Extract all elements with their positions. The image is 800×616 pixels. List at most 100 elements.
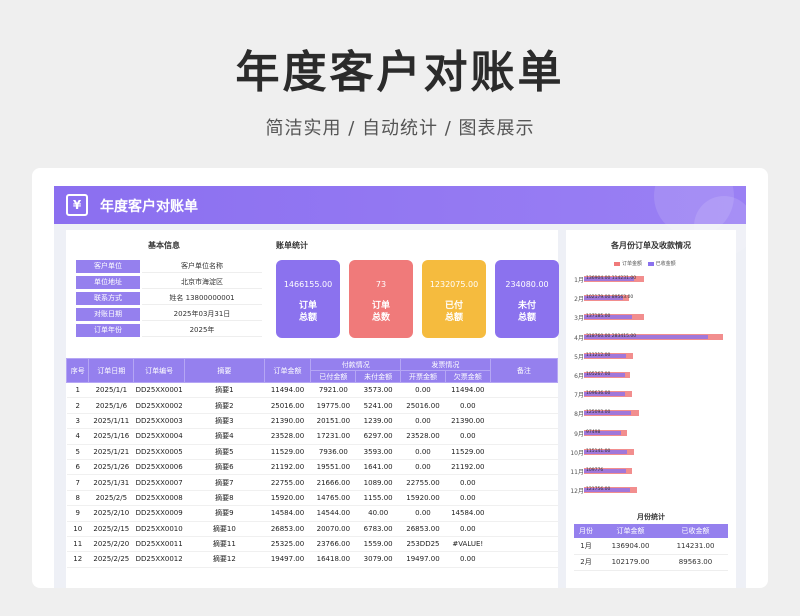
table-cell[interactable]: 0.00 <box>400 459 446 476</box>
table-row[interactable]: 1 2025/1/1 DD25XX0001 摘要1 11494.00 7921.00 357… <box>66 382 558 399</box>
table-cell[interactable]: 2025/1/26 <box>88 459 134 476</box>
table-cell[interactable]: 22755.00 <box>264 474 311 491</box>
table-cell[interactable] <box>490 505 558 522</box>
table-cell[interactable]: 3079.00 <box>355 551 401 568</box>
table-row[interactable]: 10 2025/2/15 DD25XX0010 摘要10 26853.00 20070.0… <box>66 521 558 537</box>
table-cell[interactable] <box>490 413 558 430</box>
table-cell[interactable]: DD25XX0003 <box>133 413 185 430</box>
table-cell[interactable]: 11529.00 <box>445 444 491 460</box>
monthly-cell[interactable]: 89563.00 <box>663 554 728 571</box>
table-cell[interactable]: 16418.00 <box>310 551 356 568</box>
table-cell[interactable] <box>490 428 558 445</box>
info-value[interactable]: 北京市海淀区 <box>142 276 262 289</box>
table-cell[interactable]: 40.00 <box>355 505 401 522</box>
table-cell[interactable]: 21192.00 <box>445 459 491 476</box>
table-cell[interactable]: DD25XX0010 <box>133 521 185 537</box>
table-row[interactable]: 8 2025/2/5 DD25XX0008 摘要8 15920.00 14765.00 11… <box>66 490 558 507</box>
table-cell[interactable]: 8 <box>66 490 89 507</box>
table-cell[interactable]: 5 <box>66 444 89 460</box>
table-cell[interactable]: 2025/2/15 <box>88 521 134 537</box>
table-row[interactable]: 4 2025/1/16 DD25XX0004 摘要4 23528.00 17231.00 6… <box>66 428 558 445</box>
table-cell[interactable]: 23528.00 <box>264 428 311 445</box>
monthly-cell[interactable]: 102179.00 <box>598 554 663 571</box>
table-cell[interactable]: 4 <box>66 428 89 445</box>
table-cell[interactable]: 2025/2/25 <box>88 551 134 568</box>
table-cell[interactable]: 摘要12 <box>184 551 265 568</box>
table-cell[interactable]: 2025/1/11 <box>88 413 134 430</box>
monthly-cell[interactable]: 2月 <box>574 554 599 571</box>
table-cell[interactable]: 253DD25 <box>400 536 446 553</box>
table-cell[interactable]: 11494.00 <box>264 382 311 399</box>
table-cell[interactable]: 6783.00 <box>355 521 401 537</box>
table-cell[interactable]: 22755.00 <box>400 474 446 491</box>
table-cell[interactable]: 摘要4 <box>184 428 265 445</box>
table-cell[interactable]: DD25XX0011 <box>133 536 185 553</box>
table-cell[interactable]: DD25XX0004 <box>133 428 185 445</box>
table-cell[interactable]: 摘要6 <box>184 459 265 476</box>
table-cell[interactable]: 2025/2/5 <box>88 490 134 507</box>
table-cell[interactable]: 3573.00 <box>355 382 401 399</box>
table-cell[interactable]: 11494.00 <box>445 382 491 399</box>
table-cell[interactable]: 摘要1 <box>184 382 265 399</box>
table-cell[interactable]: 摘要3 <box>184 413 265 430</box>
table-cell[interactable]: 6297.00 <box>355 428 401 445</box>
table-cell[interactable]: 7 <box>66 474 89 491</box>
table-row[interactable]: 9 2025/2/10 DD25XX0009 摘要9 14584.00 14544.00 4… <box>66 505 558 522</box>
table-cell[interactable]: 10 <box>66 521 89 537</box>
table-cell[interactable] <box>490 459 558 476</box>
table-cell[interactable]: 2 <box>66 397 89 414</box>
table-cell[interactable]: 0.00 <box>445 428 491 445</box>
table-cell[interactable]: 21192.00 <box>264 459 311 476</box>
table-cell[interactable]: 14765.00 <box>310 490 356 507</box>
table-cell[interactable]: 17231.00 <box>310 428 356 445</box>
table-cell[interactable]: 7936.00 <box>310 444 356 460</box>
table-cell[interactable]: 3593.00 <box>355 444 401 460</box>
table-cell[interactable]: 6 <box>66 459 89 476</box>
table-row[interactable]: 12 2025/2/25 DD25XX0012 摘要12 19497.00 16418.0… <box>66 551 558 568</box>
table-cell[interactable]: 0.00 <box>445 397 491 414</box>
table-cell[interactable]: 12 <box>66 551 89 568</box>
table-cell[interactable]: 14584.00 <box>264 505 311 522</box>
table-cell[interactable]: 20151.00 <box>310 413 356 430</box>
table-row[interactable]: 6 2025/1/26 DD25XX0006 摘要6 21192.00 19551.00 1… <box>66 459 558 476</box>
table-cell[interactable]: DD25XX0002 <box>133 397 185 414</box>
table-cell[interactable]: 26853.00 <box>400 521 446 537</box>
table-cell[interactable]: 摘要9 <box>184 505 265 522</box>
table-cell[interactable]: 9 <box>66 505 89 522</box>
table-cell[interactable]: DD25XX0008 <box>133 490 185 507</box>
table-cell[interactable]: 19497.00 <box>400 551 446 568</box>
monthly-row[interactable]: 1月 136904.00 114231.00 <box>574 538 728 555</box>
table-cell[interactable]: 21390.00 <box>445 413 491 430</box>
info-value[interactable]: 客户单位名称 <box>142 260 262 273</box>
table-cell[interactable]: 14584.00 <box>445 505 491 522</box>
table-cell[interactable]: DD25XX0009 <box>133 505 185 522</box>
table-cell[interactable]: DD25XX0006 <box>133 459 185 476</box>
table-cell[interactable]: 1239.00 <box>355 413 401 430</box>
table-cell[interactable] <box>490 490 558 507</box>
table-cell[interactable]: 0.00 <box>400 413 446 430</box>
table-cell[interactable]: 0.00 <box>445 474 491 491</box>
table-cell[interactable]: 0.00 <box>445 490 491 507</box>
table-cell[interactable]: 20070.00 <box>310 521 356 537</box>
table-cell[interactable] <box>490 474 558 491</box>
table-cell[interactable]: 2025/2/20 <box>88 536 134 553</box>
table-cell[interactable]: DD25XX0007 <box>133 474 185 491</box>
table-cell[interactable]: 7921.00 <box>310 382 356 399</box>
table-cell[interactable]: 1089.00 <box>355 474 401 491</box>
table-cell[interactable]: 19775.00 <box>310 397 356 414</box>
table-cell[interactable] <box>490 444 558 460</box>
table-cell[interactable]: 1641.00 <box>355 459 401 476</box>
table-cell[interactable]: 11529.00 <box>264 444 311 460</box>
table-cell[interactable]: 1559.00 <box>355 536 401 553</box>
monthly-cell[interactable]: 114231.00 <box>663 538 728 555</box>
table-cell[interactable]: DD25XX0005 <box>133 444 185 460</box>
info-value[interactable]: 2025年03月31日 <box>142 308 262 321</box>
table-cell[interactable]: 摘要10 <box>184 521 265 537</box>
table-cell[interactable]: 摘要5 <box>184 444 265 460</box>
table-cell[interactable]: 19497.00 <box>264 551 311 568</box>
table-cell[interactable]: 26853.00 <box>264 521 311 537</box>
table-row[interactable]: 5 2025/1/21 DD25XX0005 摘要5 11529.00 7936.00 35… <box>66 444 558 460</box>
monthly-cell[interactable]: 136904.00 <box>598 538 663 555</box>
table-cell[interactable]: 摘要8 <box>184 490 265 507</box>
table-cell[interactable]: 摘要2 <box>184 397 265 414</box>
